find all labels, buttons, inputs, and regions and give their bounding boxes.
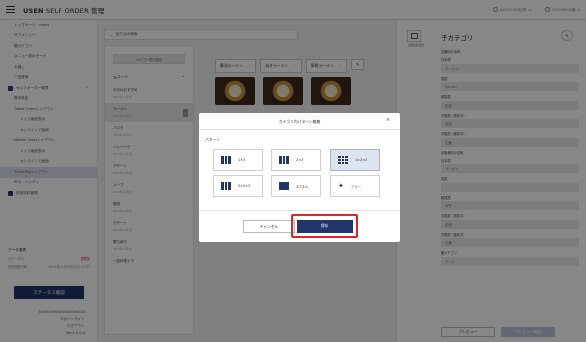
save-button[interactable]: 保存 bbox=[296, 219, 353, 233]
pattern-section-label: パターン bbox=[205, 137, 220, 142]
pattern-option-1x3[interactable]: 1×3 bbox=[213, 149, 263, 171]
grid-layout-icon bbox=[221, 182, 231, 190]
pattern-edit-dialog: カテゴリ内パターン編集 × パターン 1×3 2×3 1×2×3 2×2×3 3… bbox=[199, 113, 400, 242]
pattern-option-2x3[interactable]: 2×3 bbox=[271, 149, 321, 171]
pattern-option-free[interactable]: ✦ フリー bbox=[330, 175, 380, 197]
grid-layout-icon bbox=[221, 156, 231, 164]
cancel-button[interactable]: キャンセル bbox=[243, 220, 295, 233]
divider bbox=[199, 210, 400, 211]
grid-layout-icon bbox=[338, 156, 348, 164]
grid-layout-icon bbox=[279, 182, 289, 190]
dialog-title: カテゴリ内パターン編集 bbox=[278, 119, 321, 124]
close-icon[interactable]: × bbox=[386, 117, 390, 123]
free-layout-icon: ✦ bbox=[338, 182, 344, 190]
pattern-option-2x2x3[interactable]: 2×2×3 bbox=[213, 175, 263, 197]
divider bbox=[199, 129, 400, 130]
save-button-highlight: 保存 bbox=[291, 214, 358, 238]
pattern-option-3panel[interactable]: 3パネル bbox=[271, 175, 321, 197]
grid-layout-icon bbox=[279, 156, 289, 164]
pattern-option-1x2x3[interactable]: 1×2×3 bbox=[330, 149, 380, 171]
